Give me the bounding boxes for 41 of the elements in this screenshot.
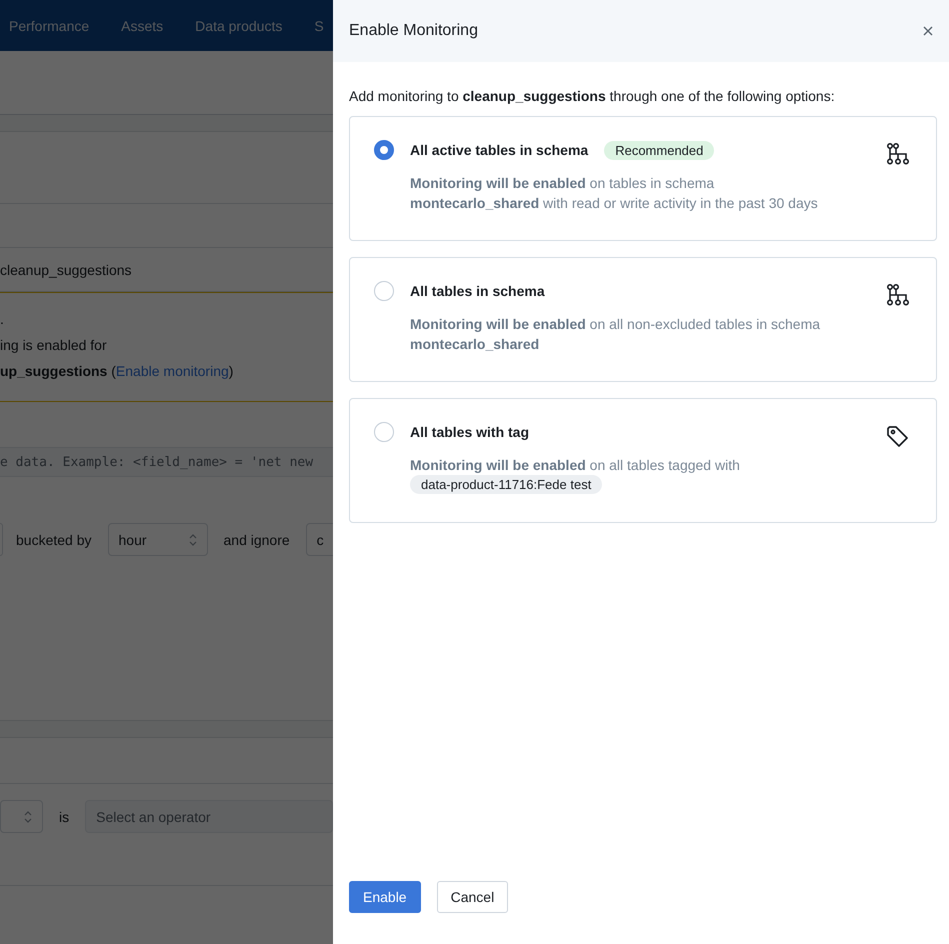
nav-tab[interactable]: Data products [195, 18, 282, 34]
notice-text: . [0, 311, 5, 327]
enable-button[interactable]: Enable [349, 881, 421, 913]
intro-text: Add monitoring to cleanup_suggestions through one of the following options: [349, 88, 836, 104]
close-icon[interactable] [923, 26, 933, 36]
ignore-select[interactable]: c [306, 523, 333, 556]
bucketed-label: bucketed by [16, 532, 92, 548]
option-title: All tables with tag [410, 424, 530, 440]
option-description: Monitoring will be enabled on all non-excluded tables in schema montecarlo_shared [410, 315, 822, 354]
option-card[interactable]: All tables in schema Monitoring will be enabled on all non-excluded tables in schema montecarlo_shared [349, 257, 937, 382]
notice-text: up_suggestions (Enable monitoring) [0, 363, 234, 379]
option-title: All active tables in schema [410, 142, 588, 158]
operator-select[interactable]: Select an operator [85, 800, 333, 833]
tag-chip: data-product-11716:Fede test [410, 475, 602, 494]
option-description: Monitoring will be enabled on tables in schema montecarlo_shared with read or write activity in the past 30 days [410, 174, 819, 213]
select-field[interactable] [0, 800, 43, 833]
nav-tab[interactable]: Assets [121, 18, 164, 34]
notice-text: ing is enabled for [0, 337, 108, 353]
tag-icon [886, 425, 910, 449]
is-label: is [59, 808, 70, 824]
nav-tab[interactable]: Performance [9, 18, 90, 34]
radio-button[interactable] [374, 140, 394, 160]
chevron-icon [24, 810, 32, 822]
table-name: cleanup_suggestions [0, 262, 132, 278]
ignore-label: and ignore [224, 532, 290, 548]
sql-input[interactable]: e data. Example: <field_name> = 'net new [0, 447, 333, 477]
option-card[interactable]: All tables with tag Monitoring will be enabled on all tables tagged with data-product-11716:Fede test [349, 398, 937, 523]
cancel-button[interactable]: Cancel [436, 881, 508, 913]
option-card[interactable]: All active tables in schema Recommended Monitoring will be enabled on tables in schema montecarlo_shared with read or write activity in the past 30 days [349, 116, 937, 241]
chevron-icon [188, 534, 196, 546]
radio-button[interactable] [374, 422, 394, 442]
radio-button[interactable] [374, 281, 394, 301]
nav-tab[interactable]: S [314, 18, 324, 34]
bucket-select[interactable]: hour [108, 523, 208, 556]
hierarchy-icon [886, 284, 910, 306]
option-description: Monitoring will be enabled on all tables tagged with [410, 456, 741, 475]
hierarchy-icon [886, 143, 910, 165]
enable-monitoring-link[interactable]: Enable monitoring [116, 363, 229, 379]
option-title: All tables in schema [410, 283, 545, 299]
drawer-title: Enable Monitoring [349, 22, 478, 40]
recommended-badge: Recommended [604, 140, 714, 160]
